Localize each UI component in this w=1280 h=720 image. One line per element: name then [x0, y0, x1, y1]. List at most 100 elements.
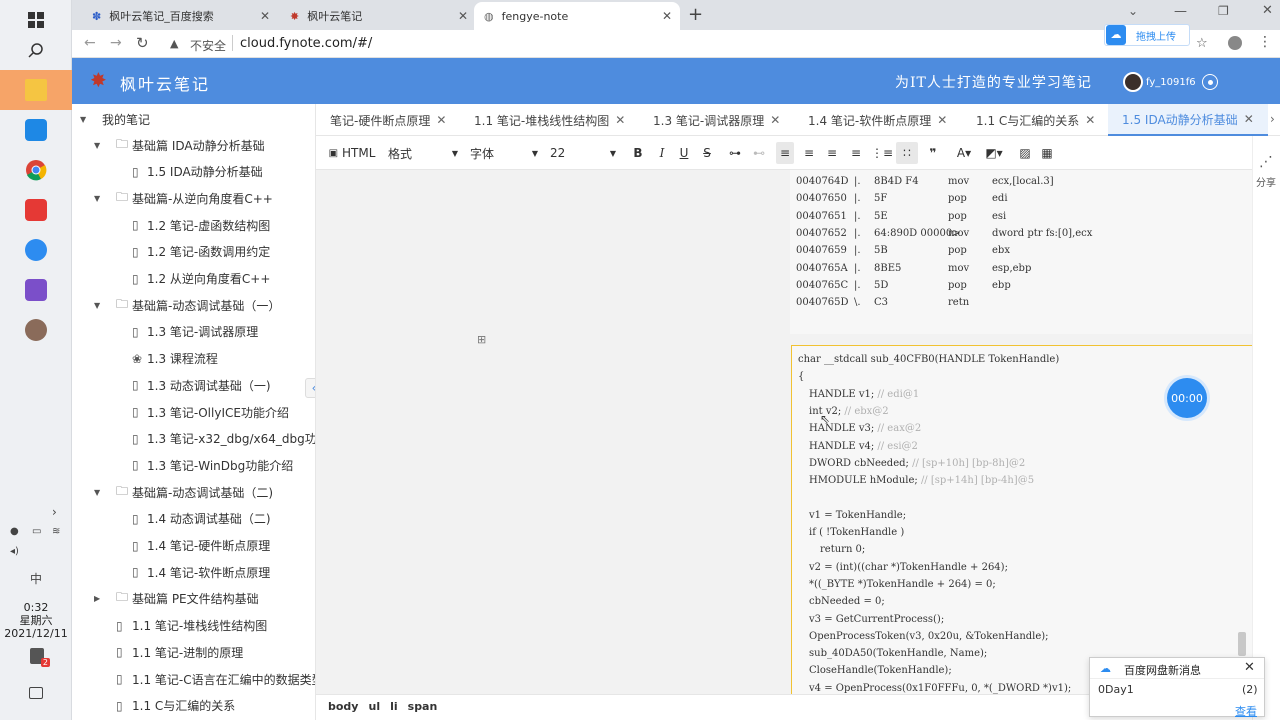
close-icon[interactable]: ✕ [436, 113, 446, 127]
back-icon[interactable]: ← [84, 35, 96, 51]
share-icon[interactable]: ⋰ [1259, 154, 1273, 170]
align-justify-icon[interactable]: ≡ [847, 142, 865, 164]
tree-note[interactable]: ▯ 1.3 笔记-x32_dbg/x64_dbg功能介 [72, 426, 315, 452]
browser-tab-baidu[interactable]: ✽ 枫叶云笔记_百度搜索 ✕ [82, 2, 278, 30]
chrome-icon[interactable] [0, 150, 72, 190]
mic-icon[interactable]: ● [10, 526, 19, 537]
align-right-icon[interactable]: ≡ [823, 142, 841, 164]
warning-icon[interactable]: ▲ [170, 37, 178, 50]
asm-code-block[interactable]: 0040764D |. 8B4D F4 mov ecx,[local.3] 0040765… [790, 170, 1252, 334]
battery-icon[interactable]: ▭ [32, 526, 41, 537]
tree-folder[interactable]: ▼ 🗀 基础篇 IDA动静分析基础 [72, 132, 315, 158]
forward-icon[interactable]: → [110, 35, 122, 51]
bold-icon[interactable]: B [630, 142, 646, 164]
path-segment[interactable]: li [390, 700, 398, 713]
new-tab-button[interactable]: + [688, 4, 703, 25]
timer-button[interactable]: 00:00 [1167, 378, 1207, 418]
visual-studio-icon[interactable] [0, 270, 72, 310]
tree-note[interactable]: ▯ 1.2 从逆向角度看C++ [72, 266, 315, 292]
image-icon[interactable]: ▨ [1016, 142, 1034, 164]
close-icon[interactable]: ✕ [1244, 660, 1255, 675]
reload-icon[interactable]: ↻ [136, 34, 149, 52]
collapse-sidebar-button[interactable]: ‹ [305, 378, 315, 398]
tree-note[interactable]: ▯ 1.3 笔记-调试器原理 [72, 319, 315, 345]
editor-canvas[interactable]: 0040764D |. 8B4D F4 mov ecx,[local.3] 0040765… [316, 170, 1252, 694]
close-icon[interactable]: ✕ [1244, 112, 1254, 126]
tree-folder[interactable]: ▶ 🗀 基础篇 PE文件结构基础 [72, 586, 315, 612]
ime-icon[interactable]: 中 [30, 570, 42, 587]
caret-down-icon[interactable]: ▼ [94, 488, 100, 497]
wps-icon[interactable] [0, 190, 72, 230]
profile-icon[interactable] [1228, 36, 1242, 50]
path-segment[interactable]: body [328, 700, 358, 713]
url-field[interactable]: cloud.fynote.com/#/ [240, 36, 372, 51]
view-link[interactable]: 查看 [1235, 703, 1257, 719]
wifi-icon[interactable]: ≋ [52, 526, 60, 537]
caret-down-icon[interactable]: ▼ [80, 115, 86, 124]
caret-right-icon[interactable]: ▶ [94, 594, 100, 603]
tree-note[interactable]: ▯ 1.4 笔记-硬件断点原理 [72, 533, 315, 559]
baidu-netdisk-icon[interactable] [0, 230, 72, 270]
link-icon[interactable]: ⊶ [726, 142, 744, 164]
highlight-color-icon[interactable]: ◩▾ [982, 142, 1006, 164]
tree-note[interactable]: ▯ 1.1 C与汇编的关系 [72, 693, 315, 719]
notification-item[interactable]: 0Day1 [1098, 683, 1134, 696]
tree-note[interactable]: ▯ 1.2 笔记-虚函数结构图 [72, 212, 315, 238]
scrollbar-thumb[interactable] [1238, 632, 1246, 656]
table-handle-icon[interactable]: ⊞ [477, 333, 486, 346]
username[interactable]: fy_1091f6 [1146, 77, 1196, 88]
close-icon[interactable]: ✕ [662, 9, 672, 23]
tree-note[interactable]: ▯ 1.4 笔记-软件断点原理 [72, 559, 315, 585]
path-segment[interactable]: ul [368, 700, 380, 713]
close-icon[interactable]: ✕ [937, 113, 947, 127]
note-tab-2[interactable]: 1.3 笔记-调试器原理 ✕ [653, 104, 780, 136]
close-icon[interactable]: ✕ [615, 113, 625, 127]
close-icon[interactable]: ✕ [458, 9, 468, 23]
unlink-icon[interactable]: ⊷ [750, 142, 768, 164]
tab-search-icon[interactable]: ⌄ [1128, 4, 1138, 18]
menu-icon[interactable]: ⋮ [1258, 34, 1272, 50]
settings-hex-icon[interactable] [1202, 74, 1218, 90]
window-close-icon[interactable]: ✕ [1262, 3, 1273, 18]
bookmark-star-icon[interactable]: ☆ [1196, 36, 1208, 51]
html-mode-button[interactable]: ▣ HTML [328, 142, 376, 164]
tree-folder[interactable]: ▼ 🗀 基础篇-从逆向角度看C++ [72, 185, 315, 211]
tree-folder[interactable]: ▼ 🗀 基础篇-动态调试基础（一） [72, 292, 315, 318]
avatar-app-icon[interactable] [0, 310, 72, 350]
note-tab-0[interactable]: 笔记-硬件断点原理 ✕ [330, 104, 446, 136]
close-icon[interactable]: ✕ [1085, 113, 1095, 127]
note-tab-1[interactable]: 1.1 笔记-堆栈线性结构图 ✕ [474, 104, 625, 136]
bullet-list-icon[interactable]: ∷ [896, 142, 918, 164]
note-tab-4[interactable]: 1.1 C与汇编的关系 ✕ [976, 104, 1095, 136]
tree-note[interactable]: ▯ 1.5 IDA动静分析基础 [72, 159, 315, 185]
note-tab-5[interactable]: 1.5 IDA动静分析基础 ✕ [1108, 104, 1268, 136]
align-left-icon[interactable]: ≡ [776, 142, 794, 164]
chevron-right-icon[interactable]: › [52, 505, 57, 519]
browser-tab-fengye-note[interactable]: ◍ fengye-note ✕ [474, 2, 680, 30]
font-color-icon[interactable]: A▾ [952, 142, 976, 164]
clock[interactable]: 0:32 星期六 2021/12/11 [0, 601, 72, 640]
browser-tab-fynote[interactable]: ✸ 枫叶云笔记 ✕ [280, 2, 476, 30]
path-segment[interactable]: span [408, 700, 438, 713]
caret-down-icon[interactable]: ▼ [94, 194, 100, 203]
tree-note[interactable]: ❀ 1.3 课程流程 [72, 346, 315, 372]
tree-note[interactable]: ▯ 1.3 笔记-OllyICE功能介绍 [72, 399, 315, 425]
ordered-list-icon[interactable]: ⋮≡ [871, 142, 893, 164]
strikethrough-icon[interactable]: S [699, 142, 715, 164]
size-select[interactable]: 22 ▼ [550, 142, 616, 164]
tree-folder[interactable]: ▼ 🗀 基础篇-动态调试基础（二) [72, 479, 315, 505]
underline-icon[interactable]: U [676, 142, 692, 164]
tree-note[interactable]: ▯ 1.1 笔记-进制的原理 [72, 639, 315, 665]
quote-icon[interactable]: ❞ [924, 142, 942, 164]
tree-root[interactable]: ▼ 我的笔记 [72, 106, 315, 132]
app-icon-blue[interactable] [0, 110, 72, 150]
search-icon[interactable] [0, 30, 72, 70]
table-icon[interactable]: ▦ [1038, 142, 1056, 164]
notification-center-icon[interactable]: 2 [30, 648, 50, 667]
tree-note[interactable]: ▯ 1.3 动态调试基础（一) [72, 372, 315, 398]
action-center-icon[interactable] [29, 687, 43, 699]
user-avatar[interactable] [1123, 72, 1143, 92]
format-select[interactable]: 格式 ▼ [388, 142, 458, 164]
tree-note[interactable]: ▯ 1.1 笔记-C语言在汇编中的数据类型 [72, 666, 315, 692]
align-center-icon[interactable]: ≡ [800, 142, 818, 164]
